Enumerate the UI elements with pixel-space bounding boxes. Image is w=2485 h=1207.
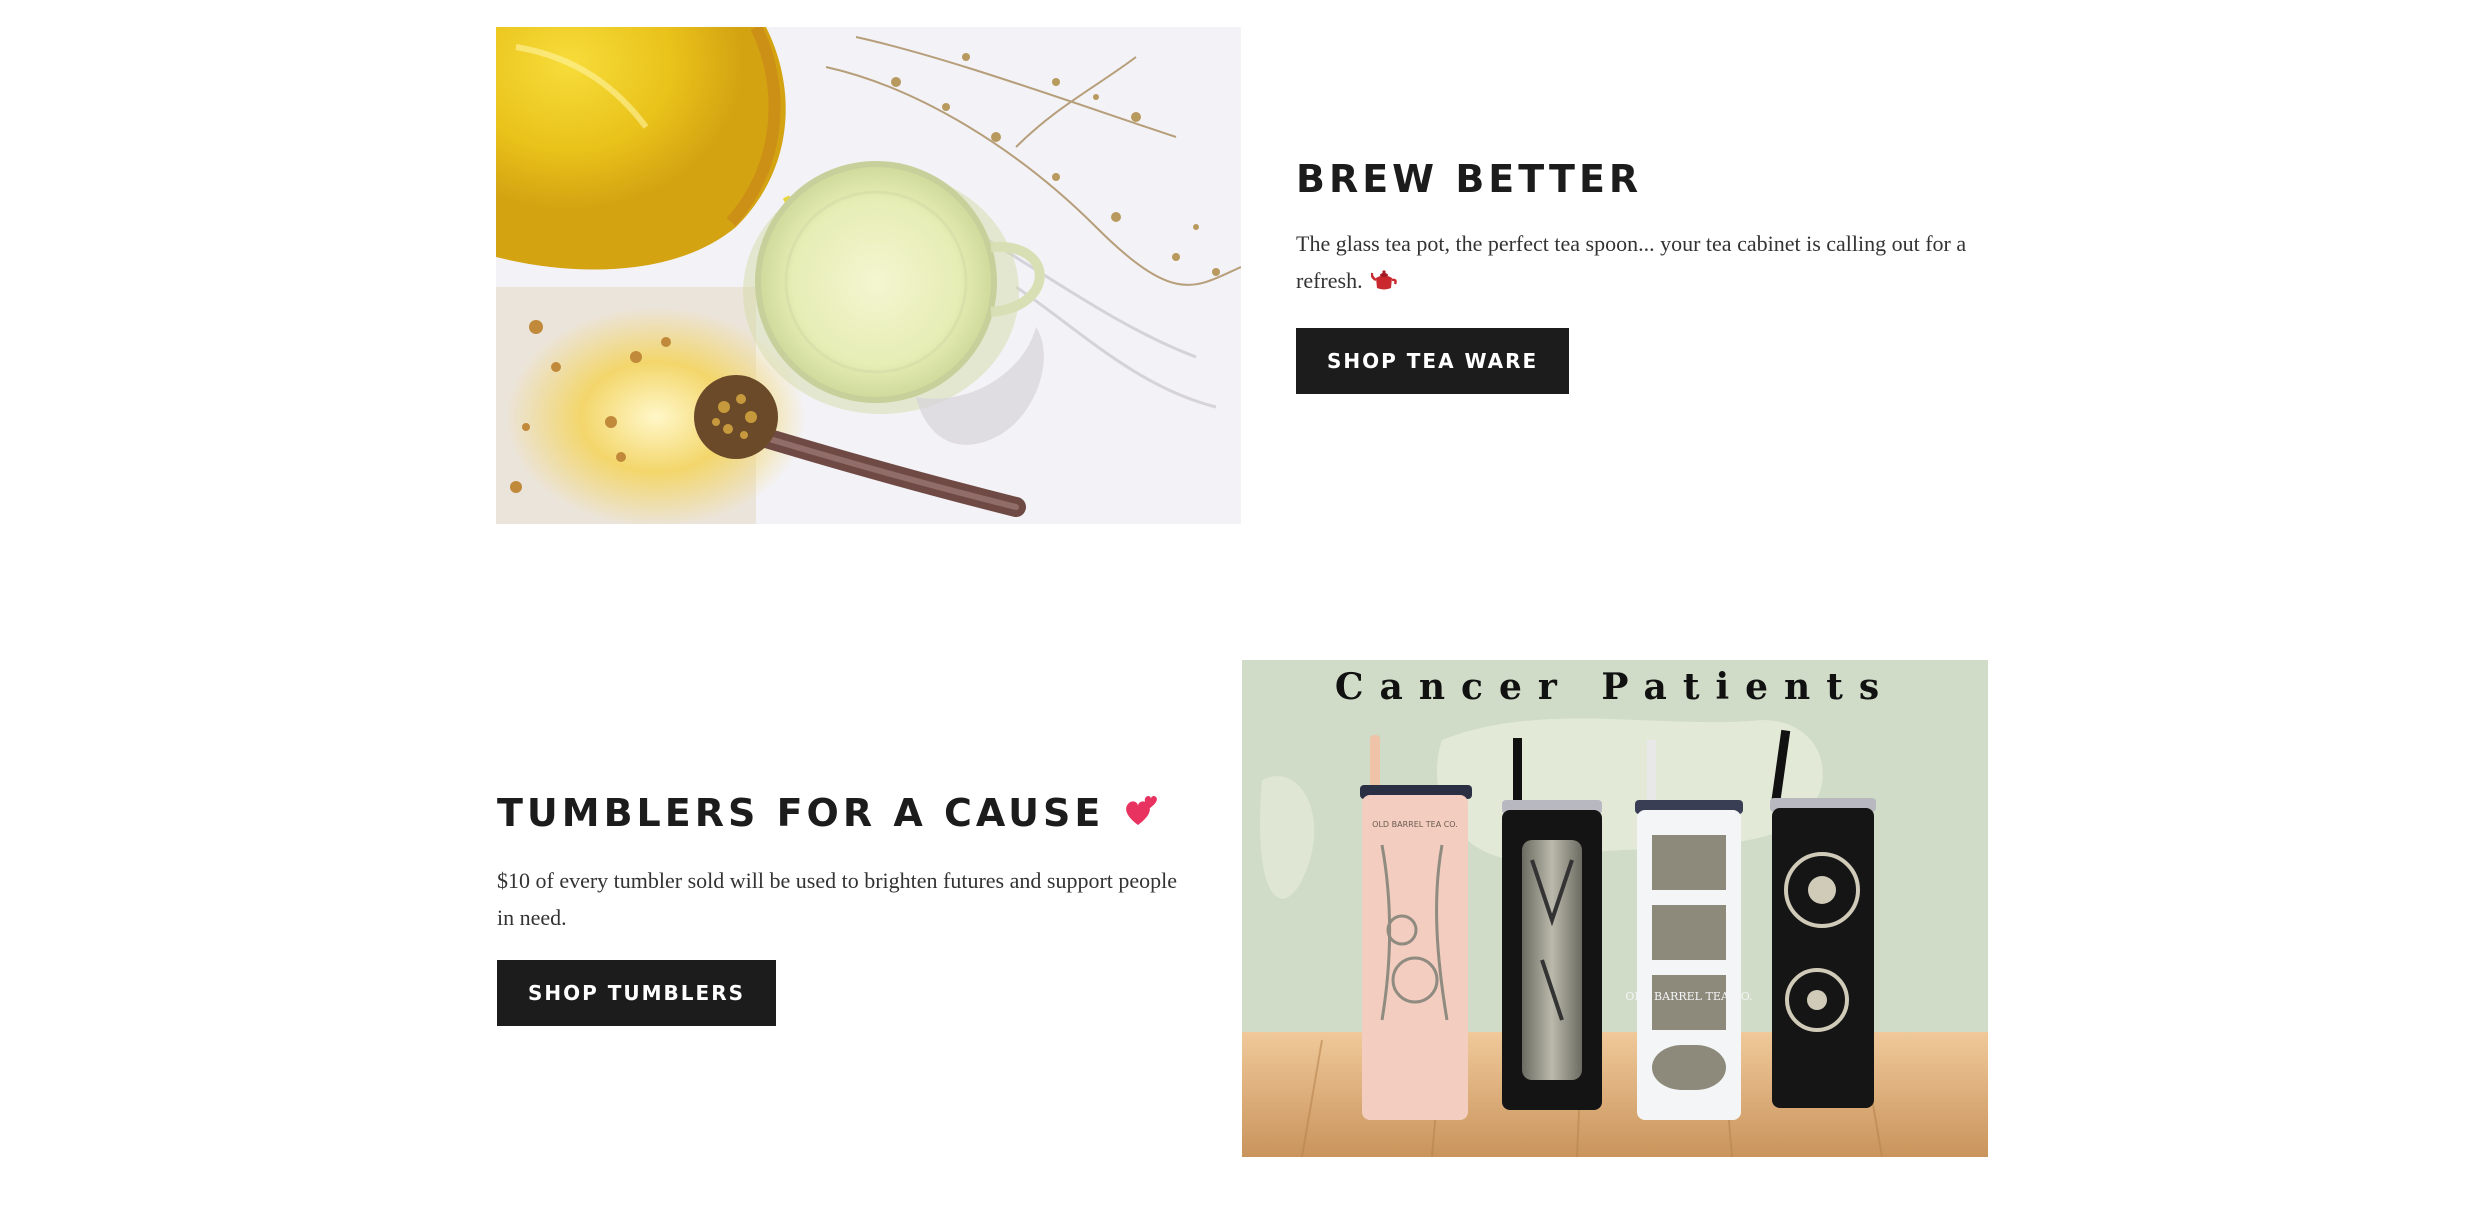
shop-tea-ware-button[interactable]: SHOP TEA WARE — [1296, 327, 1570, 394]
tumblers-photo: OLD BARREL TEA CO. OLD BARREL TEA CO. — [1242, 660, 1988, 1157]
section-description: $10 of every tumbler sold will be used t… — [497, 867, 1178, 930]
section-description: The glass tea pot, the perfect tea spoon… — [1296, 225, 1986, 304]
teapot-icon — [1370, 267, 1397, 304]
brew-better-text: BREW BETTER The glass tea pot, the perfe… — [1296, 157, 1986, 394]
tumblers-section: TUMBLERS FOR A CAUSE $10 of every tumble… — [0, 600, 2485, 1207]
tumbler-label-1: OLD BARREL TEA CO. — [1372, 820, 1458, 829]
tumblers-image[interactable]: OLD BARREL TEA CO. OLD BARREL TEA CO. Ca… — [1242, 660, 1988, 1157]
shop-tumblers-button[interactable]: SHOP TUMBLERS — [497, 959, 777, 1026]
cancer-patients-caption: Cancer Patients — [1334, 666, 1896, 708]
two-hearts-icon — [1122, 791, 1162, 840]
section-heading: BREW BETTER — [1296, 157, 1643, 201]
section-heading: TUMBLERS FOR A CAUSE — [497, 791, 1197, 840]
tumblers-text: TUMBLERS FOR A CAUSE $10 of every tumble… — [497, 791, 1197, 1026]
heading-text: TUMBLERS FOR A CAUSE — [497, 791, 1105, 835]
tumbler-label-2: OLD BARREL TEA CO. — [1625, 990, 1752, 1003]
tea-pouring-photo — [496, 27, 1241, 524]
tea-pouring-image[interactable] — [496, 27, 1241, 524]
brew-better-section: BREW BETTER The glass tea pot, the perfe… — [0, 0, 2485, 560]
